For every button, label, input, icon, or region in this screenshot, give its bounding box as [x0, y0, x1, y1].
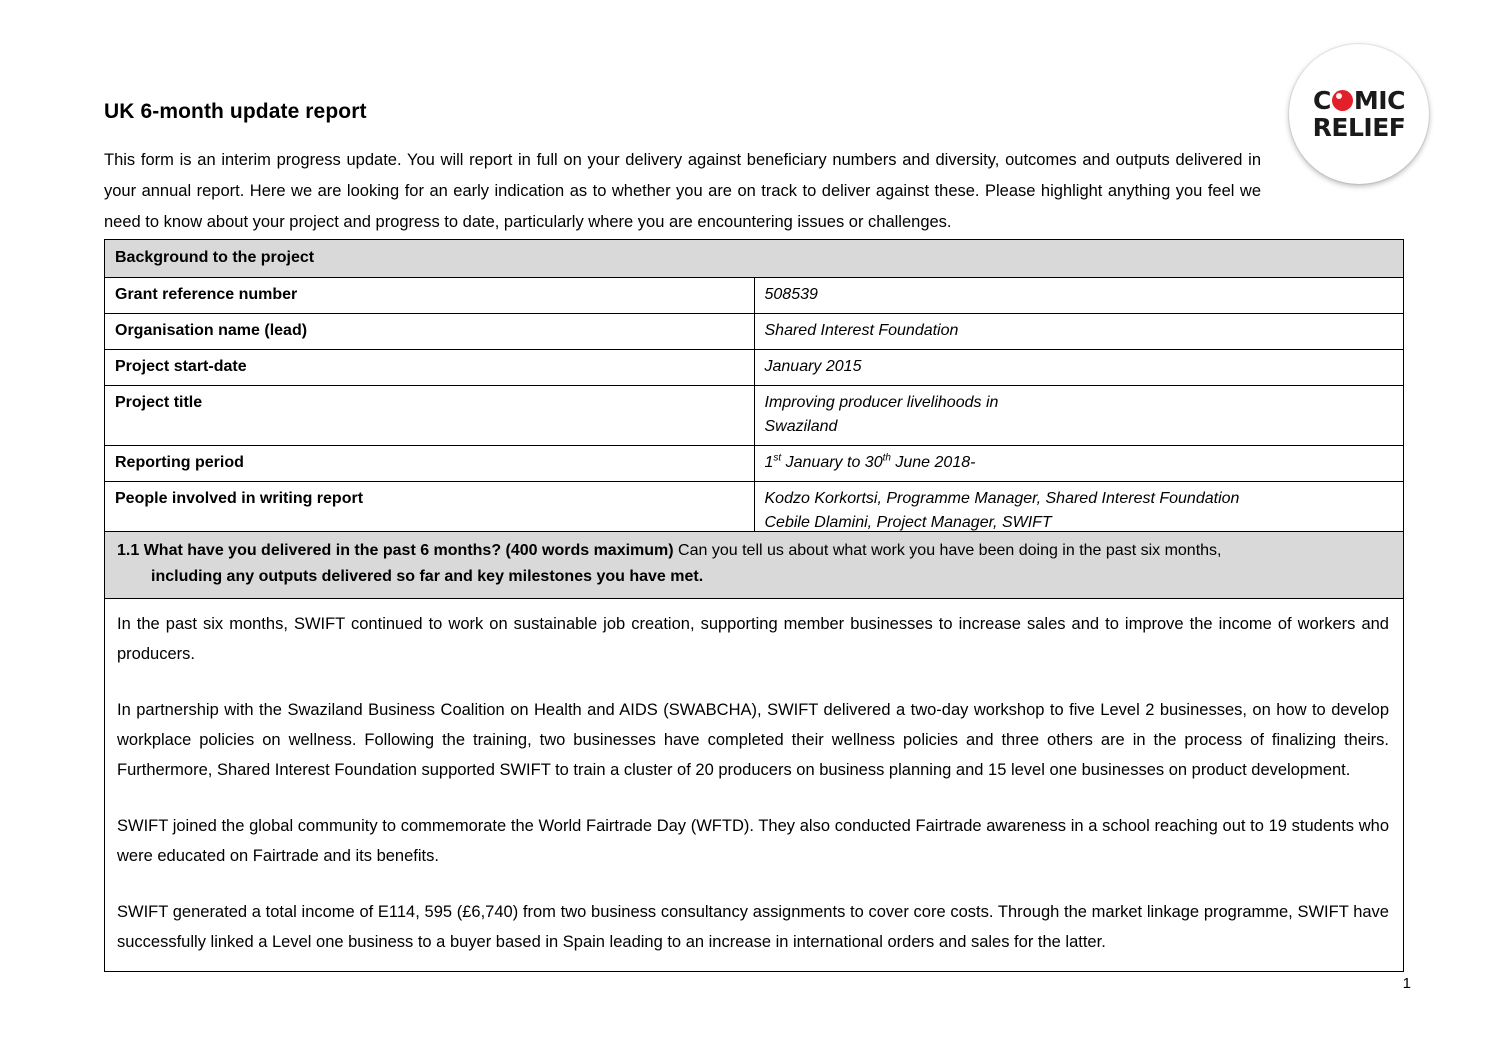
row-value-project-start-date: January 2015 [753, 349, 1404, 386]
table-row: Organisation name (lead) Shared Interest… [104, 313, 1404, 350]
question-1-1-block: 1.1 What have you delivered in the past … [104, 531, 1404, 972]
row-label-organisation-name: Organisation name (lead) [104, 313, 755, 350]
answer-paragraph: In the past six months, SWIFT continued … [117, 615, 1389, 663]
row-value-grant-reference-number: 508539 [753, 277, 1404, 314]
question-number: 1.1 [117, 542, 140, 559]
comic-relief-logo: C MIC RELIEF [1289, 44, 1429, 184]
question-1-1-header: 1.1 What have you delivered in the past … [105, 532, 1403, 599]
row-label-grant-reference-number: Grant reference number [104, 277, 755, 314]
table-header-row: Background to the project [104, 239, 1404, 278]
logo-text-mic: MIC [1353, 86, 1406, 115]
answer-paragraph: In partnership with the Swaziland Busine… [117, 701, 1389, 779]
row-value-organisation-name: Shared Interest Foundation [753, 313, 1404, 350]
table-row: Project title Improving producer livelih… [104, 385, 1404, 446]
logo-line-relief: RELIEF [1312, 113, 1406, 142]
reporting-period-mid: January to 30 [781, 454, 883, 471]
row-value-project-title: Improving producer livelihoods in Swazila… [753, 385, 1404, 446]
question-prompt-normal: Can you tell us about what work you have… [673, 542, 1222, 559]
red-nose-icon [1331, 90, 1353, 111]
logo-circle: C MIC RELIEF [1289, 44, 1429, 184]
logo-line-comic: C MIC [1313, 88, 1405, 113]
document-page: C MIC RELIEF UK 6-month update report Thi… [0, 0, 1497, 1059]
row-label-reporting-period: Reporting period [104, 445, 755, 482]
row-label-project-title: Project title [104, 385, 755, 446]
question-prompt-line2: including any outputs delivered so far a… [151, 568, 704, 585]
row-label-project-start-date: Project start-date [104, 349, 755, 386]
table-row: Grant reference number 508539 [104, 277, 1404, 314]
page-title: UK 6-month update report [104, 100, 367, 123]
background-table: Background to the project Grant referenc… [104, 239, 1404, 566]
page-number: 1 [1402, 975, 1411, 992]
answer-paragraph: SWIFT generated a total income of E114, … [117, 903, 1389, 951]
logo-text-c: C [1313, 86, 1331, 115]
reporting-period-sup2: th [882, 452, 891, 464]
reporting-period-end: June 2018- [890, 454, 976, 471]
answer-paragraph: SWIFT joined the global community to com… [117, 817, 1389, 865]
background-table-header: Background to the project [104, 239, 1404, 278]
question-1-1-answer[interactable]: In the past six months, SWIFT continued … [105, 599, 1403, 971]
row-value-reporting-period: 1st January to 30th June 2018- [753, 445, 1404, 482]
table-row: Reporting period 1st January to 30th Jun… [104, 445, 1404, 482]
table-row: Project start-date January 2015 [104, 349, 1404, 386]
intro-paragraph: This form is an interim progress update.… [104, 151, 1261, 231]
question-prompt-bold: What have you delivered in the past 6 mo… [143, 542, 674, 559]
